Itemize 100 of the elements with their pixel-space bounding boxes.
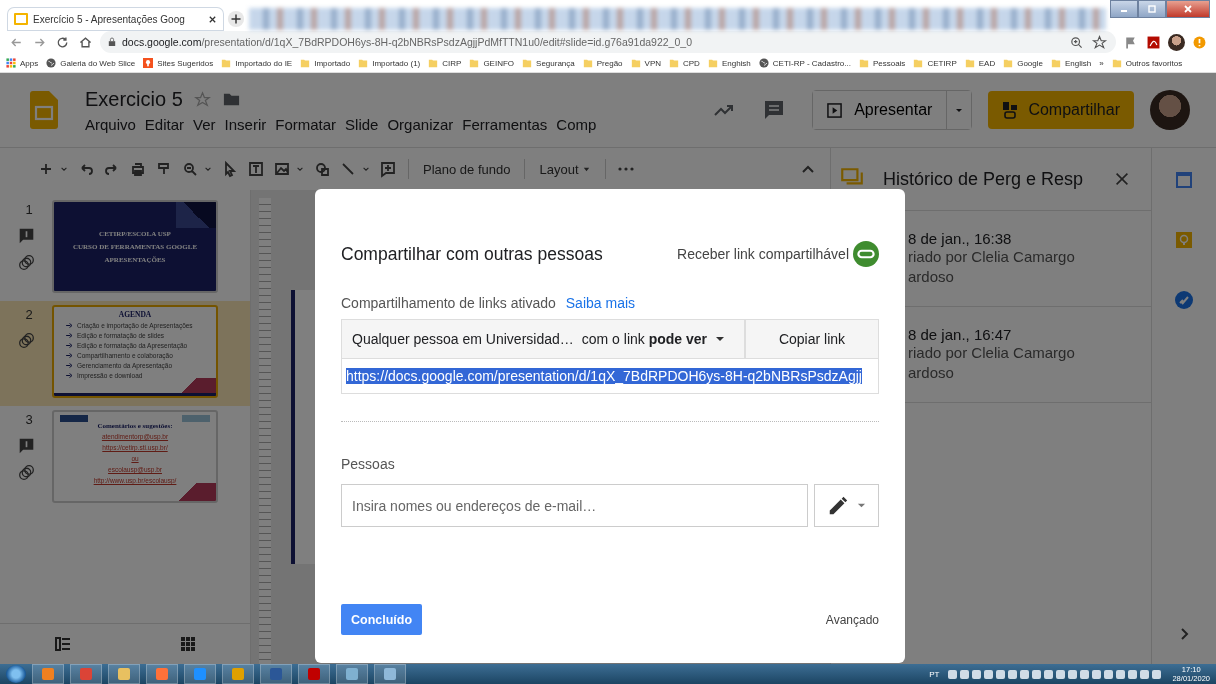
minimize-button[interactable] bbox=[1110, 0, 1138, 18]
people-input-field[interactable]: Insira nomes ou endereços de e-mail… bbox=[341, 484, 808, 527]
pencil-icon bbox=[827, 494, 849, 517]
maximize-icon bbox=[1147, 4, 1157, 14]
bullet-arrow-icon bbox=[66, 342, 73, 348]
people-label: Pessoas bbox=[341, 456, 396, 472]
bookmark-item[interactable]: Enghish bbox=[707, 58, 751, 68]
bookmark-item[interactable]: Importado do IE bbox=[221, 58, 293, 68]
transition-icon bbox=[17, 254, 35, 271]
bookmark-item[interactable]: Segurança bbox=[522, 58, 575, 68]
menu-item[interactable]: Ferramentas bbox=[462, 115, 548, 133]
folder-icon bbox=[428, 58, 439, 68]
folder-icon bbox=[630, 58, 641, 68]
bookmark-item[interactable]: Pessoais bbox=[858, 58, 906, 68]
globe-icon bbox=[758, 58, 769, 68]
bookmark-item[interactable]: CIRP bbox=[428, 58, 462, 68]
taskbar-app-icon[interactable] bbox=[70, 664, 102, 684]
star-icon[interactable] bbox=[1091, 33, 1108, 51]
new-tab-icon[interactable] bbox=[227, 10, 245, 28]
bullet-arrow-icon bbox=[66, 352, 73, 358]
address-bar[interactable]: docs.google.com/presentation/d/1qX_7BdRPDOH6ys-8H-q2bNBRsPsdzAgjjPdMfTTN1u0/edit#slide=id.g76a91da922_0_0 bbox=[100, 31, 1116, 53]
start-button[interactable] bbox=[6, 665, 26, 683]
menu-item[interactable]: Arquivo bbox=[85, 115, 136, 133]
bullet-arrow-icon bbox=[66, 372, 73, 378]
folder-icon bbox=[582, 58, 593, 68]
close-window-button[interactable] bbox=[1166, 0, 1210, 18]
taskbar-app-icon[interactable] bbox=[222, 664, 254, 684]
transition-icon bbox=[17, 332, 35, 349]
bookmark-item[interactable]: Outros favoritos bbox=[1111, 58, 1183, 68]
calendar-icon[interactable] bbox=[1174, 170, 1194, 190]
menu-item[interactable]: Comp bbox=[556, 115, 597, 133]
slide-number: 1 bbox=[25, 202, 33, 217]
folder-icon bbox=[1050, 58, 1061, 68]
menu-item[interactable]: Inserir bbox=[224, 115, 267, 133]
taskbar-app-icon[interactable] bbox=[260, 664, 292, 684]
menu-item[interactable]: Ver bbox=[193, 115, 216, 133]
taskbar-app-icon[interactable] bbox=[32, 664, 64, 684]
globe-icon bbox=[46, 58, 57, 68]
layout-button[interactable]: Layout bbox=[535, 161, 595, 177]
bookmark-item[interactable]: Google bbox=[1003, 58, 1043, 68]
bookmark-item[interactable]: EAD bbox=[964, 58, 996, 68]
bookmark-item[interactable]: English bbox=[1050, 58, 1092, 68]
check-circle-icon[interactable] bbox=[1174, 290, 1194, 310]
play-icon bbox=[827, 102, 843, 118]
bookmark-item[interactable]: » bbox=[1099, 58, 1104, 68]
background-button[interactable]: Plano de fundo bbox=[419, 161, 515, 177]
menu-item[interactable]: Organizar bbox=[387, 115, 454, 133]
folder-icon bbox=[1003, 58, 1014, 68]
bookmark-item[interactable]: Importado bbox=[300, 58, 351, 68]
menu-item[interactable]: Formatar bbox=[275, 115, 337, 133]
taskbar-app-icon[interactable] bbox=[374, 664, 406, 684]
advanced-link[interactable]: Avançado bbox=[825, 612, 879, 627]
corner-decoration-icon bbox=[176, 202, 216, 228]
slide-number: 2 bbox=[25, 307, 33, 322]
maximize-button[interactable] bbox=[1138, 0, 1166, 18]
menu-item[interactable]: Slide bbox=[345, 115, 379, 133]
bookmark-item[interactable]: CETI-RP - Cadastro... bbox=[758, 58, 851, 68]
logo-icon bbox=[60, 415, 88, 422]
folder-icon bbox=[913, 58, 924, 68]
bookmark-item[interactable]: Apps bbox=[6, 58, 39, 68]
done-button[interactable]: Concluído bbox=[341, 604, 423, 635]
bookmark-item[interactable]: Pregão bbox=[582, 58, 623, 68]
permission-dropdown-button[interactable] bbox=[814, 484, 879, 527]
caret-icon bbox=[715, 334, 726, 344]
bullet-arrow-icon bbox=[66, 322, 73, 328]
taskbar-app-icon[interactable] bbox=[336, 664, 368, 684]
bookmark-item[interactable]: Sites Sugeridos bbox=[143, 58, 214, 68]
bookmark-item[interactable]: Galeria do Web Slice bbox=[46, 58, 136, 68]
taskbar-app-icon[interactable] bbox=[146, 664, 178, 684]
present-button[interactable]: Apresentar bbox=[813, 91, 948, 129]
dialog-title: Compartilhar com outras pessoas bbox=[341, 243, 603, 265]
avatar-icon[interactable] bbox=[1168, 33, 1185, 51]
bulb-favicon-icon bbox=[143, 58, 154, 68]
star-icon[interactable] bbox=[192, 89, 212, 109]
taskbar-app-icon[interactable] bbox=[108, 664, 140, 684]
taskbar-app-icon[interactable] bbox=[298, 664, 330, 684]
folder-icon bbox=[300, 58, 311, 68]
slide-number: 3 bbox=[25, 412, 33, 427]
close-icon[interactable] bbox=[208, 14, 217, 24]
folder-icon bbox=[221, 58, 232, 68]
copy-link-button[interactable]: Copiar link bbox=[745, 319, 879, 359]
add-comment-icon[interactable] bbox=[378, 159, 398, 179]
bookmark-item[interactable]: CETIRP bbox=[913, 58, 957, 68]
list-view-icon[interactable] bbox=[52, 634, 73, 654]
bookmark-item[interactable]: CPD bbox=[669, 58, 700, 68]
people-lock-icon bbox=[1002, 101, 1019, 119]
link-icon bbox=[853, 241, 879, 267]
bookmark-item[interactable]: Importado (1) bbox=[358, 58, 421, 68]
document-title[interactable]: Exercicio 5 bbox=[85, 87, 183, 111]
access-dropdown[interactable]: Qualquer pessoa em Universidad… com o link pode ver bbox=[341, 319, 745, 359]
transition-icon bbox=[17, 464, 35, 481]
bookmark-item[interactable]: GEINFO bbox=[469, 58, 515, 68]
bookmark-item[interactable]: VPN bbox=[630, 58, 661, 68]
learn-more-link[interactable]: Saiba mais bbox=[565, 295, 636, 311]
text-box-icon[interactable] bbox=[246, 159, 266, 179]
folder-icon bbox=[358, 58, 369, 68]
language-indicator[interactable]: PT bbox=[929, 669, 940, 679]
taskbar-app-icon[interactable] bbox=[184, 664, 216, 684]
link-url-field[interactable]: https://docs.google.com/presentation/d/1qX_7BdRPDOH6ys-8H-q2bNBRsPsdzAgjj bbox=[341, 359, 879, 394]
menu-item[interactable]: Editar bbox=[144, 115, 185, 133]
